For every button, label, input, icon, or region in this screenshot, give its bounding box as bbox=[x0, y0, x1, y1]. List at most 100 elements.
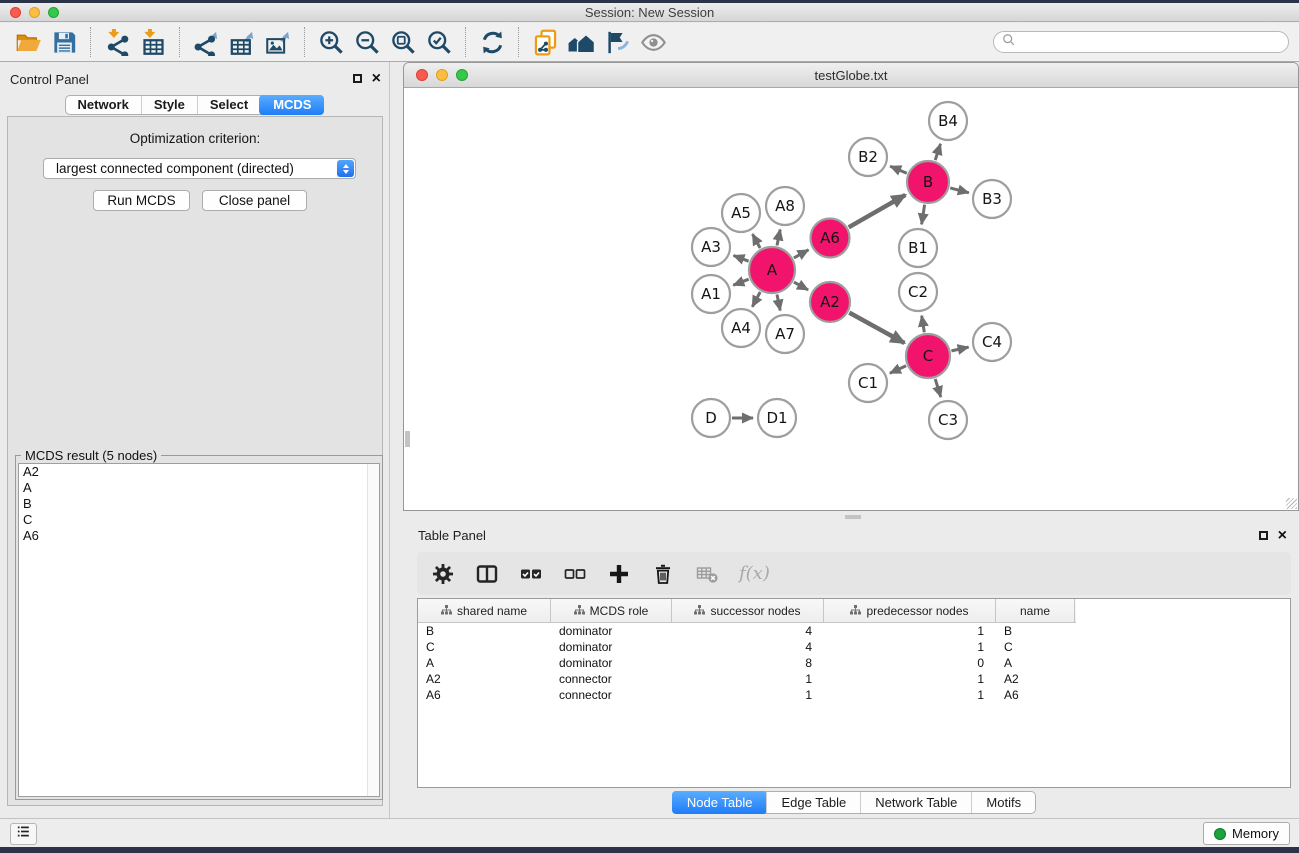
graph-node-A3[interactable]: A3 bbox=[692, 228, 730, 266]
table-cell[interactable]: 4 bbox=[672, 624, 824, 638]
mcds-result-item[interactable]: B bbox=[19, 496, 379, 512]
edge-A6-B[interactable] bbox=[849, 195, 906, 227]
network-resize-grip[interactable] bbox=[1286, 498, 1297, 509]
zoom-selected-icon[interactable] bbox=[421, 26, 457, 58]
export-table-icon[interactable] bbox=[224, 26, 260, 58]
tab-network[interactable]: Network bbox=[66, 96, 141, 114]
deselect-all-icon[interactable] bbox=[561, 560, 589, 588]
table-cell[interactable]: 1 bbox=[824, 640, 996, 654]
table-cell[interactable]: C bbox=[996, 640, 1075, 654]
graph-node-C1[interactable]: C1 bbox=[849, 364, 887, 402]
graph-node-A2[interactable]: A2 bbox=[810, 282, 850, 322]
edge-A-A5[interactable] bbox=[753, 234, 761, 248]
table-cell[interactable]: A bbox=[418, 656, 551, 670]
table-cell[interactable]: connector bbox=[551, 688, 672, 702]
edge-B-B3[interactable] bbox=[950, 188, 969, 193]
table-cell[interactable]: C bbox=[418, 640, 551, 654]
edge-A-A6[interactable] bbox=[794, 250, 809, 258]
mcds-result-item[interactable]: C bbox=[19, 512, 379, 528]
export-network-icon[interactable] bbox=[188, 26, 224, 58]
graph-node-C4[interactable]: C4 bbox=[973, 323, 1011, 361]
table-cell[interactable]: 1 bbox=[824, 624, 996, 638]
network-canvas[interactable]: AA1A2A3A4A5A6A7A8BB1B2B3B4CC1C2C3C4DD1 bbox=[404, 89, 1298, 511]
add-column-icon[interactable] bbox=[605, 560, 633, 588]
minimize-window-button[interactable] bbox=[29, 7, 40, 18]
close-table-panel-icon[interactable]: × bbox=[1278, 529, 1287, 543]
tab-edge-table[interactable]: Edge Table bbox=[766, 792, 860, 813]
run-mcds-button[interactable]: Run MCDS bbox=[93, 190, 190, 211]
edge-A-A2[interactable] bbox=[794, 282, 808, 290]
table-cell[interactable]: 1 bbox=[824, 672, 996, 686]
status-list-button[interactable] bbox=[10, 823, 37, 845]
edge-C-C4[interactable] bbox=[951, 347, 968, 351]
graph-node-B[interactable]: B bbox=[907, 161, 949, 203]
export-image-icon[interactable] bbox=[260, 26, 296, 58]
eye-icon[interactable] bbox=[635, 26, 671, 58]
graph-node-B3[interactable]: B3 bbox=[973, 180, 1011, 218]
criterion-select[interactable]: largest connected component (directed) bbox=[43, 158, 356, 179]
table-cell[interactable]: 4 bbox=[672, 640, 824, 654]
column-header-predecessor-nodes[interactable]: predecessor nodes bbox=[824, 599, 996, 622]
close-network-button[interactable] bbox=[416, 69, 428, 81]
edge-A-A4[interactable] bbox=[752, 292, 760, 307]
graph-node-A[interactable]: A bbox=[749, 247, 795, 293]
table-cell[interactable]: 0 bbox=[824, 656, 996, 670]
table-cell[interactable]: 8 bbox=[672, 656, 824, 670]
select-all-icon[interactable] bbox=[517, 560, 545, 588]
table-cell[interactable]: A6 bbox=[996, 688, 1075, 702]
mcds-result-list[interactable]: A2ABCA6 bbox=[18, 463, 380, 797]
table-cell[interactable]: A2 bbox=[996, 672, 1075, 686]
float-panel-icon[interactable] bbox=[353, 74, 362, 83]
tab-network-table[interactable]: Network Table bbox=[860, 792, 971, 813]
edge-A2-C[interactable] bbox=[849, 313, 904, 343]
graph-node-C2[interactable]: C2 bbox=[899, 273, 937, 311]
graph-node-A5[interactable]: A5 bbox=[722, 194, 760, 232]
import-table-icon[interactable] bbox=[135, 26, 171, 58]
search-input[interactable] bbox=[1021, 35, 1280, 49]
tab-node-table[interactable]: Node Table bbox=[672, 791, 768, 814]
network-horizontal-scroll-thumb[interactable] bbox=[845, 515, 861, 519]
table-cell[interactable]: dominator bbox=[551, 640, 672, 654]
table-cell[interactable]: A bbox=[996, 656, 1075, 670]
table-cell[interactable]: A6 bbox=[418, 688, 551, 702]
save-session-icon[interactable] bbox=[46, 26, 82, 58]
table-row[interactable]: A6connector11A6 bbox=[418, 687, 1290, 703]
zoom-in-icon[interactable] bbox=[313, 26, 349, 58]
column-header-name[interactable]: name bbox=[996, 599, 1075, 622]
open-session-icon[interactable] bbox=[10, 26, 46, 58]
table-cell[interactable]: A2 bbox=[418, 672, 551, 686]
table-cell[interactable]: 1 bbox=[824, 688, 996, 702]
table-row[interactable]: A2connector11A2 bbox=[418, 671, 1290, 687]
tab-mcds[interactable]: MCDS bbox=[259, 95, 324, 115]
table-row[interactable]: Cdominator41C bbox=[418, 639, 1290, 655]
split-panel-icon[interactable] bbox=[473, 560, 501, 588]
network-vertical-scroll-thumb[interactable] bbox=[405, 431, 410, 447]
minimize-network-button[interactable] bbox=[436, 69, 448, 81]
result-scrollbar[interactable] bbox=[367, 464, 379, 796]
mcds-result-item[interactable]: A bbox=[19, 480, 379, 496]
edge-A-A3[interactable] bbox=[734, 256, 749, 262]
close-panel-button[interactable]: Close panel bbox=[202, 190, 307, 211]
zoom-out-icon[interactable] bbox=[349, 26, 385, 58]
table-cell[interactable]: B bbox=[996, 624, 1075, 638]
edge-A-A7[interactable] bbox=[777, 295, 780, 311]
graph-node-A6[interactable]: A6 bbox=[811, 219, 850, 258]
graph-node-D1[interactable]: D1 bbox=[758, 399, 796, 437]
tab-motifs[interactable]: Motifs bbox=[971, 792, 1035, 813]
column-header-successor-nodes[interactable]: successor nodes bbox=[672, 599, 824, 622]
table-cell[interactable]: 1 bbox=[672, 672, 824, 686]
edge-A-A8[interactable] bbox=[777, 230, 780, 246]
gear-icon[interactable] bbox=[429, 560, 457, 588]
delete-column-icon[interactable] bbox=[649, 560, 677, 588]
search-box[interactable] bbox=[993, 31, 1289, 53]
table-cell[interactable]: dominator bbox=[551, 624, 672, 638]
memory-button[interactable]: Memory bbox=[1203, 822, 1290, 845]
network-window-titlebar[interactable]: testGlobe.txt bbox=[404, 63, 1298, 88]
table-cell[interactable]: connector bbox=[551, 672, 672, 686]
tab-style[interactable]: Style bbox=[141, 96, 197, 114]
graph-node-D[interactable]: D bbox=[692, 399, 730, 437]
graph-node-A7[interactable]: A7 bbox=[766, 315, 804, 353]
zoom-network-button[interactable] bbox=[456, 69, 468, 81]
zoom-fit-icon[interactable] bbox=[385, 26, 421, 58]
graph-node-A4[interactable]: A4 bbox=[722, 309, 760, 347]
